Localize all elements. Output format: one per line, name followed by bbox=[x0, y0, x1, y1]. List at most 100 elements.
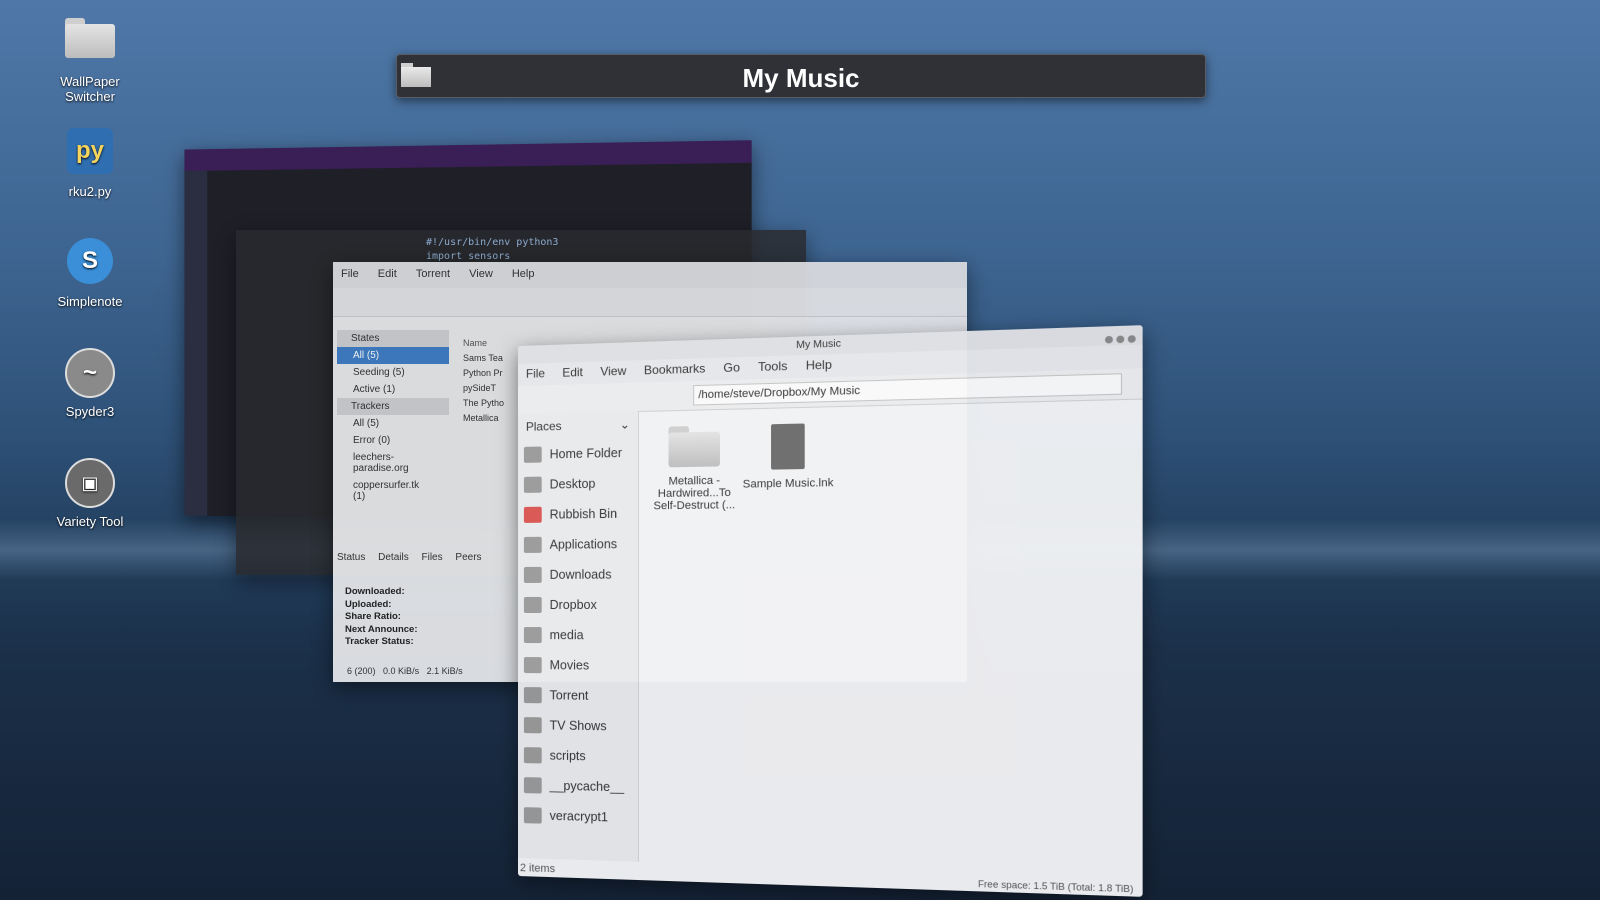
menu-view[interactable]: View bbox=[469, 268, 493, 280]
folder-icon bbox=[523, 717, 542, 734]
desktop-icon-label: WallPaper Switcher bbox=[60, 74, 120, 104]
file-manager-window[interactable]: My Music File Edit View Bookmarks Go Too… bbox=[518, 325, 1143, 897]
desktop-icon-label: rku2.py bbox=[68, 184, 112, 199]
maximize-button[interactable] bbox=[1116, 335, 1125, 344]
place-scripts[interactable]: scripts bbox=[518, 740, 638, 772]
minimize-button[interactable] bbox=[1104, 335, 1113, 344]
torrent-info: Downloaded: Uploaded: Share Ratio: Next … bbox=[345, 586, 417, 649]
state-item[interactable]: Active (1) bbox=[337, 381, 449, 398]
browser-tabbar bbox=[184, 140, 752, 172]
status-connections: 6 (200) bbox=[347, 666, 376, 676]
close-button[interactable] bbox=[1127, 335, 1136, 343]
info-label: Uploaded: bbox=[345, 598, 392, 610]
menu-view[interactable]: View bbox=[600, 364, 626, 379]
torrent-row[interactable]: Metallica bbox=[463, 411, 504, 426]
place-desktop[interactable]: Desktop bbox=[518, 468, 638, 500]
menu-bookmarks[interactable]: Bookmarks bbox=[644, 361, 705, 377]
tracker-item[interactable]: All (5) bbox=[337, 415, 449, 432]
torrent-row[interactable]: Python Pr bbox=[463, 366, 504, 381]
torrent-row[interactable]: The Pytho bbox=[463, 396, 504, 411]
browser-sidebar bbox=[184, 170, 208, 516]
folder-icon bbox=[523, 807, 542, 824]
places-sidebar: Places ⌄ Home Folder Desktop Rubbish Bin… bbox=[518, 410, 639, 862]
chevron-down-icon: ⌄ bbox=[619, 417, 630, 432]
menu-edit[interactable]: Edit bbox=[562, 365, 583, 380]
desktop-icon-variety-tool[interactable]: ▣ Variety Tool bbox=[40, 458, 140, 529]
place-veracrypt1[interactable]: veracrypt1 bbox=[518, 800, 638, 833]
folder-icon bbox=[523, 687, 542, 704]
python-icon: py bbox=[67, 128, 113, 174]
torrent-row[interactable]: Sams Tea bbox=[463, 351, 504, 366]
tracker-item[interactable]: Error (0) bbox=[337, 432, 449, 449]
place-home[interactable]: Home Folder bbox=[518, 437, 638, 470]
menu-file[interactable]: File bbox=[526, 366, 545, 381]
menu-file[interactable]: File bbox=[341, 268, 359, 280]
torrent-statusbar: 6 (200) 0.0 KiB/s 2.1 KiB/s bbox=[347, 666, 463, 676]
torrent-menubar: File Edit Torrent View Help bbox=[333, 262, 967, 288]
menu-tools[interactable]: Tools bbox=[758, 359, 787, 374]
menu-go[interactable]: Go bbox=[723, 360, 740, 375]
tab-details[interactable]: Details bbox=[378, 552, 409, 563]
free-space-label: Free space: 1.5 TiB (Total: 1.8 TiB) bbox=[977, 878, 1134, 895]
file-name: Sample Music.lnk bbox=[742, 476, 834, 491]
torrent-list: Name Sams Tea Python Pr pySideT The Pyth… bbox=[463, 336, 504, 426]
tab-files[interactable]: Files bbox=[422, 552, 443, 563]
place-applications[interactable]: Applications bbox=[518, 529, 638, 560]
status-up-speed: 2.1 KiB/s bbox=[426, 666, 463, 676]
place-dropbox[interactable]: Dropbox bbox=[518, 590, 638, 620]
simplenote-icon: S bbox=[67, 238, 113, 284]
folder-icon bbox=[523, 657, 542, 674]
switcher-title: My Music bbox=[742, 63, 860, 93]
editor-line: #!/usr/bin/env python3 bbox=[426, 237, 559, 248]
place-torrent[interactable]: Torrent bbox=[518, 680, 638, 711]
folder-icon bbox=[669, 425, 720, 467]
state-item[interactable]: All (5) bbox=[337, 347, 449, 364]
desktop-icon-label: Simplenote bbox=[57, 294, 123, 309]
desktop-icon bbox=[523, 476, 542, 493]
name-column-header[interactable]: Name bbox=[463, 336, 504, 351]
desktop-icon-wallpaper-switcher[interactable]: WallPaper Switcher bbox=[40, 18, 140, 104]
place-media[interactable]: media bbox=[518, 620, 638, 651]
folder-icon bbox=[523, 747, 542, 764]
places-header[interactable]: Places ⌄ bbox=[518, 411, 638, 440]
torrent-row[interactable]: pySideT bbox=[463, 381, 504, 396]
places-label: Places bbox=[525, 418, 562, 434]
desktop-icon-rku2[interactable]: py rku2.py bbox=[40, 128, 140, 199]
torrent-toolbar bbox=[333, 288, 967, 317]
place-tv-shows[interactable]: TV Shows bbox=[518, 710, 638, 742]
applications-icon bbox=[523, 536, 542, 553]
folder-icon bbox=[65, 18, 115, 58]
trackers-header: Trackers bbox=[337, 398, 449, 415]
info-label: Share Ratio: bbox=[345, 611, 401, 622]
file-manager-statusbar: 2 items bbox=[519, 862, 556, 876]
spyder-icon: ~ bbox=[65, 348, 115, 398]
link-file-icon bbox=[771, 423, 805, 470]
desktop-icon-spyder3[interactable]: ~ Spyder3 bbox=[40, 348, 140, 419]
tracker-item[interactable]: coppersurfer.tk (1) bbox=[337, 477, 449, 505]
place-pycache[interactable]: __pycache__ bbox=[518, 770, 638, 803]
torrent-filter-pane: States All (5) Seeding (5) Active (1) Tr… bbox=[337, 330, 449, 505]
info-label: Next Announce: bbox=[345, 623, 418, 635]
desktop-icon-label: Spyder3 bbox=[65, 404, 115, 419]
menu-torrent[interactable]: Torrent bbox=[416, 268, 450, 280]
editor-code: #!/usr/bin/env python3 import sensors bbox=[426, 236, 558, 264]
state-item[interactable]: Seeding (5) bbox=[337, 364, 449, 381]
menu-help[interactable]: Help bbox=[806, 357, 832, 372]
place-movies[interactable]: Movies bbox=[518, 650, 638, 681]
menu-help[interactable]: Help bbox=[512, 268, 535, 280]
desktop-icon-simplenote[interactable]: S Simplenote bbox=[40, 238, 140, 309]
tab-peers[interactable]: Peers bbox=[455, 552, 481, 563]
desktop-icon-label: Variety Tool bbox=[56, 514, 124, 529]
place-downloads[interactable]: Downloads bbox=[518, 559, 638, 590]
folder-icon bbox=[523, 777, 542, 794]
file-item-sample-music[interactable]: Sample Music.lnk bbox=[741, 423, 836, 491]
menu-edit[interactable]: Edit bbox=[378, 268, 397, 280]
tracker-item[interactable]: leechers-paradise.org bbox=[337, 449, 449, 477]
variety-icon: ▣ bbox=[65, 458, 115, 508]
window-title: My Music bbox=[796, 338, 841, 352]
file-item-metallica[interactable]: Metallica - Hardwired...To Self-Destruct… bbox=[648, 425, 741, 513]
place-rubbish-bin[interactable]: Rubbish Bin bbox=[518, 498, 638, 530]
torrent-details-tabs: Status Details Files Peers bbox=[337, 552, 492, 563]
tab-status[interactable]: Status bbox=[337, 552, 365, 563]
folder-icon bbox=[523, 627, 542, 644]
